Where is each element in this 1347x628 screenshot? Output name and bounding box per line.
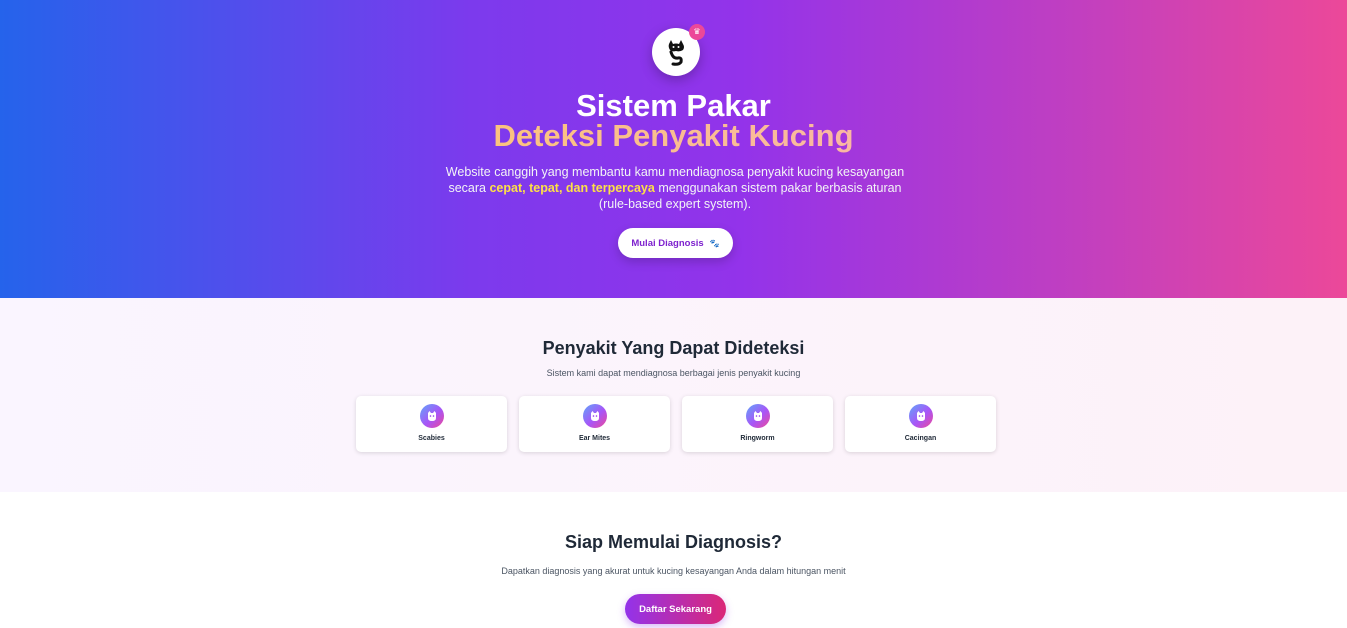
page-subtitle: Deteksi Penyakit Kucing bbox=[0, 119, 1347, 153]
cta-subtitle: Dapatkan diagnosis yang akurat untuk kuc… bbox=[501, 566, 846, 576]
diseases-subtitle: Sistem kami dapat mendiagnosa berbagai j… bbox=[546, 368, 801, 378]
cat-icon bbox=[745, 404, 770, 428]
cta-title: Siap Memulai Diagnosis? bbox=[564, 532, 783, 552]
cat-icon bbox=[668, 40, 684, 66]
hero-section: ♛ Sistem Pakar Deteksi Penyakit Kucing W… bbox=[0, 0, 1347, 298]
cat-icon bbox=[908, 404, 933, 428]
disease-card-label: Ringworm bbox=[740, 435, 775, 442]
register-now-label: Daftar Sekarang bbox=[639, 603, 712, 615]
diseases-title: Penyakit Yang Dapat Dideteksi bbox=[542, 338, 805, 358]
disease-card-label: Ear Mites bbox=[578, 435, 611, 442]
disease-card-ear-mites[interactable]: Ear Mites bbox=[519, 396, 670, 452]
cat-icon bbox=[419, 404, 444, 428]
crown-icon: ♛ bbox=[689, 24, 705, 40]
disease-card-scabies[interactable]: Scabies bbox=[356, 396, 507, 452]
cat-icon bbox=[582, 404, 607, 428]
disease-card-label: Scabies bbox=[418, 435, 445, 442]
register-now-button[interactable]: Daftar Sekarang bbox=[625, 594, 726, 624]
diseases-section: Penyakit Yang Dapat Dideteksi Sistem kam… bbox=[0, 298, 1347, 492]
paw-icon: 🐾 bbox=[709, 238, 720, 248]
disease-card-cacingan[interactable]: Cacingan bbox=[845, 396, 996, 452]
start-diagnosis-label: Mulai Diagnosis bbox=[631, 237, 704, 249]
description-highlight: cepat, tepat, dan terpercaya bbox=[489, 181, 655, 195]
disease-card-ringworm[interactable]: Ringworm bbox=[682, 396, 833, 452]
start-diagnosis-button[interactable]: Mulai Diagnosis 🐾 bbox=[618, 228, 733, 258]
logo: ♛ bbox=[652, 24, 705, 76]
disease-card-label: Cacingan bbox=[904, 435, 937, 442]
disease-card-list: Scabies Ear Mites Ringworm Cacingan bbox=[356, 396, 996, 452]
cta-section: Siap Memulai Diagnosis? Dapatkan diagnos… bbox=[0, 492, 1347, 628]
hero-description: Website canggih yang membantu kamu mendi… bbox=[440, 164, 910, 212]
